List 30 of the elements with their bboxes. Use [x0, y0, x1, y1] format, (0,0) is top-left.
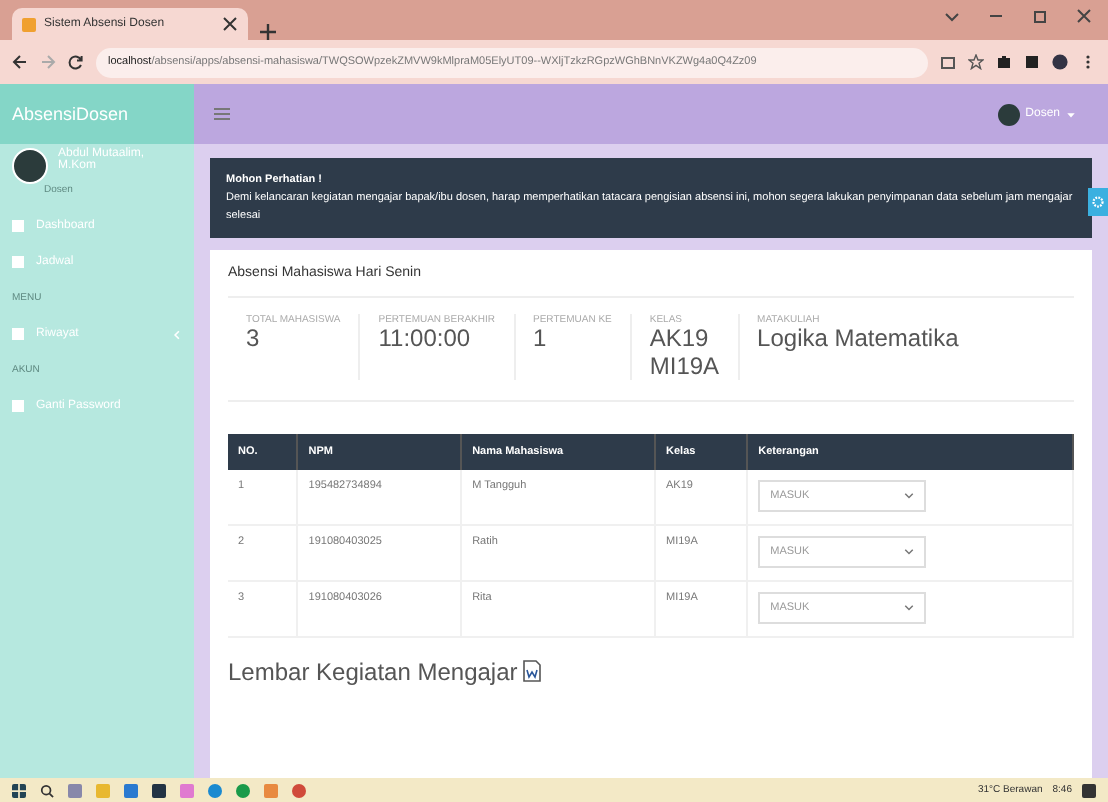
menu-item-icon	[12, 328, 24, 340]
menu-item-icon	[12, 400, 24, 412]
caret-icon	[1066, 109, 1076, 119]
avatar-silhouette	[12, 148, 48, 184]
menu-item-icon	[12, 220, 24, 232]
restore-icon[interactable]	[1032, 8, 1048, 24]
chevron-down-icon	[904, 546, 915, 557]
stat-value: 11:00:00	[378, 326, 471, 354]
document-icon[interactable]	[521, 660, 542, 683]
chevron-down-icon	[904, 602, 915, 613]
brand-logo[interactable]: AbsensiDosen	[0, 84, 194, 144]
settings-icon	[1092, 196, 1104, 208]
chevron-down-icon	[904, 490, 915, 501]
star-icon[interactable]	[968, 54, 984, 70]
section-title: Lembar Kegiatan Mengajar	[228, 657, 518, 686]
close-icon[interactable]	[1076, 8, 1092, 24]
favicon-icon	[22, 17, 36, 31]
stat-value: Logika Matematika	[757, 326, 959, 354]
close-icon[interactable]	[222, 16, 238, 32]
menu-item-icon	[12, 256, 24, 268]
start-icon[interactable]	[12, 783, 26, 797]
stat-value: 3	[246, 326, 260, 354]
stat-value: 1	[533, 326, 547, 354]
search-icon[interactable]	[40, 783, 54, 797]
chevron-down-icon[interactable]	[944, 8, 960, 24]
reload-icon[interactable]	[68, 54, 84, 70]
profile-avatar-icon[interactable]	[1052, 54, 1068, 70]
stat-value: AK19 MI19A	[649, 326, 720, 380]
plus-icon[interactable]	[260, 24, 276, 40]
back-arrow-icon[interactable]	[12, 54, 28, 70]
